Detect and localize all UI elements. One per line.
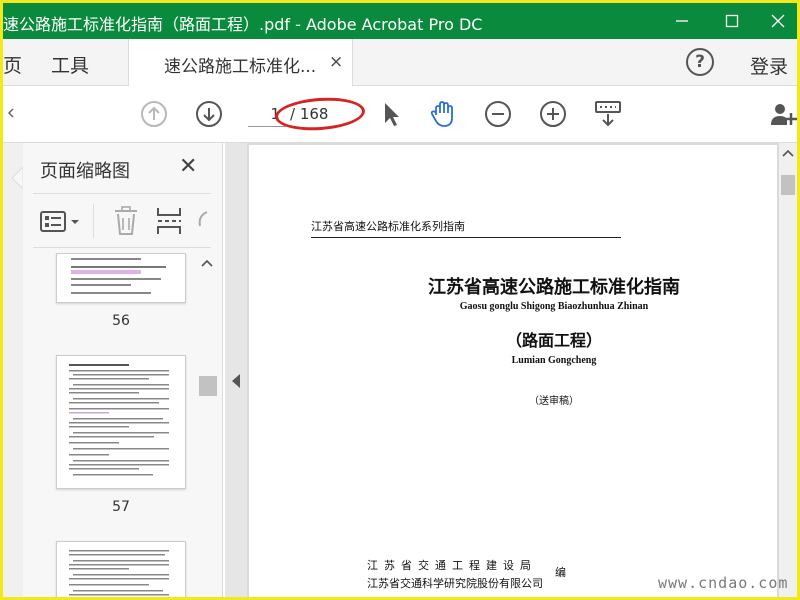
left-nav-strip xyxy=(3,143,23,597)
rotate-icon[interactable] xyxy=(195,208,209,234)
arrow-down-circle-icon[interactable] xyxy=(194,99,224,129)
thumbnail-preview xyxy=(69,364,169,476)
scrollbar-thumb[interactable] xyxy=(199,376,217,396)
document-header: 江苏省高速公路标准化系列指南 xyxy=(311,220,465,233)
thumbnail-list: 56 57 xyxy=(23,253,195,597)
window-title: 速公路施工标准化指南（路面工程）.pdf - Adobe Acrobat Pro… xyxy=(3,15,483,34)
thumbnail-preview xyxy=(71,258,166,294)
login-button[interactable]: 登录 xyxy=(750,52,788,79)
panel-close-icon[interactable]: ✕ xyxy=(179,154,197,179)
thumbnail-page-number: 57 xyxy=(112,499,130,515)
close-window-button[interactable] xyxy=(755,3,797,39)
scroll-up-icon[interactable] xyxy=(782,149,794,157)
close-icon xyxy=(771,14,785,28)
thumbnail-page[interactable] xyxy=(56,253,186,303)
thumbnail-page[interactable] xyxy=(56,355,186,489)
annotation-ellipse xyxy=(273,94,367,134)
toolbar-overflow-icon[interactable] xyxy=(7,108,15,118)
maximize-button[interactable] xyxy=(709,3,755,39)
tab-home[interactable]: 页 xyxy=(3,51,22,78)
document-title: 江苏省高速公路施工标准化指南 xyxy=(428,277,680,298)
tab-tools[interactable]: 工具 xyxy=(51,51,89,78)
maximize-icon xyxy=(725,14,739,28)
thumbnail-page-number: 56 xyxy=(112,313,130,329)
hand-tool-icon[interactable] xyxy=(428,99,458,129)
select-cursor-icon[interactable] xyxy=(376,99,406,129)
collapse-panel-handle[interactable] xyxy=(225,143,247,597)
document-scrollbar[interactable] xyxy=(779,143,797,597)
scroll-up-icon[interactable] xyxy=(201,259,213,267)
watermark: www.cndao.com xyxy=(658,574,789,592)
panel-pointer-icon xyxy=(11,167,23,189)
panel-toolbar xyxy=(23,198,223,246)
thumbnails-panel: 页面缩略图 ✕ 56 57 xyxy=(23,143,223,597)
draft-note: （送审稿） xyxy=(529,396,579,407)
add-user-icon[interactable] xyxy=(769,99,799,129)
edit-mark: 编 xyxy=(555,566,566,579)
document-tab-label: 速公路施工标准化... xyxy=(164,57,317,77)
options-menu-icon[interactable] xyxy=(40,210,82,234)
pdf-page: 江苏省高速公路标准化系列指南 江苏省高速公路施工标准化指南 Gaosu gong… xyxy=(249,145,777,597)
insert-page-icon[interactable] xyxy=(155,206,183,236)
document-view: 江苏省高速公路标准化系列指南 江苏省高速公路施工标准化指南 Gaosu gong… xyxy=(247,143,797,597)
document-title-pinyin: Gaosu gonglu Shigong Biaozhunhua Zhinan xyxy=(459,301,649,312)
arrow-up-circle-icon[interactable] xyxy=(139,99,169,129)
help-icon: ? xyxy=(695,52,705,72)
document-subtitle-pinyin: Lumian Gongcheng xyxy=(511,355,597,366)
help-button[interactable]: ? xyxy=(686,48,714,76)
trash-icon[interactable] xyxy=(113,206,139,236)
document-tab-close-icon[interactable]: × xyxy=(329,52,343,72)
keyboard-scroll-icon[interactable] xyxy=(593,99,623,129)
zoom-out-icon[interactable] xyxy=(483,99,513,129)
divider xyxy=(93,204,94,238)
organization-line-2: 江苏省交通科学研究院股份有限公司 xyxy=(367,577,543,590)
divider xyxy=(33,193,211,194)
toolbar: 1 / 168 xyxy=(3,86,797,143)
thumbnail-scrollbar[interactable] xyxy=(197,253,217,597)
header-rule xyxy=(311,237,621,238)
tab-bar: 页 工具 速公路施工标准化... × ? 登录 xyxy=(3,39,797,86)
thumbnail-preview xyxy=(69,550,169,596)
minimize-button[interactable] xyxy=(659,3,705,39)
scrollbar-thumb[interactable] xyxy=(781,175,795,195)
thumbnail-page[interactable] xyxy=(56,541,186,597)
title-bar: 速公路施工标准化指南（路面工程）.pdf - Adobe Acrobat Pro… xyxy=(3,3,797,39)
tab-document[interactable]: 速公路施工标准化... × xyxy=(128,39,353,86)
document-subtitle: （路面工程） xyxy=(505,331,602,350)
panel-title: 页面缩略图 xyxy=(40,161,130,182)
divider xyxy=(33,247,211,248)
app-window: 速公路施工标准化指南（路面工程）.pdf - Adobe Acrobat Pro… xyxy=(0,0,800,600)
minimize-icon xyxy=(676,20,688,22)
zoom-in-icon[interactable] xyxy=(538,99,568,129)
collapse-left-icon xyxy=(232,374,240,388)
organization-line-1: 江苏省交通工程建设局 xyxy=(367,559,537,572)
